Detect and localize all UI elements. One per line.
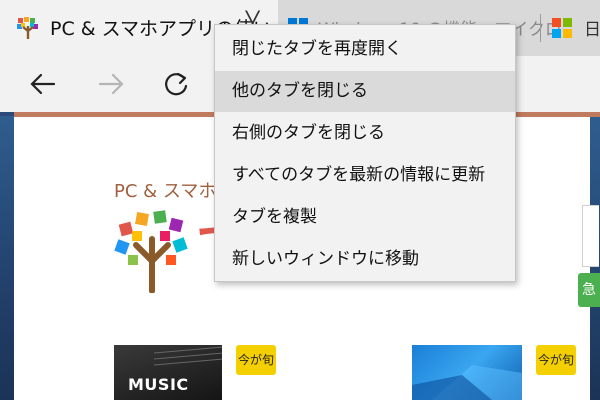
article-thumbnail-windows[interactable] xyxy=(412,345,522,400)
microsoft-logo-icon xyxy=(552,18,572,38)
tab-separator xyxy=(540,14,541,42)
music-label: MUSIC xyxy=(128,375,189,394)
menu-item-close-tabs-right[interactable]: 右側のタブを閉じる xyxy=(215,113,515,154)
desktop-background-left xyxy=(0,116,14,400)
tab-title: 日 xyxy=(584,20,600,40)
refresh-icon[interactable] xyxy=(158,66,194,102)
windows-wallpaper-decoration xyxy=(412,365,522,400)
green-category-badge[interactable]: 急 xyxy=(578,273,600,307)
site-tagline: PC & スマホ xyxy=(114,181,217,202)
trending-badge: 今が旬 xyxy=(536,345,576,375)
tree-favicon-icon xyxy=(17,17,38,39)
tab-context-menu: 閉じたタブを再度開く 他のタブを閉じる 右側のタブを閉じる すべてのタブを最新の… xyxy=(214,24,516,282)
article-thumbnail-music[interactable]: MUSIC xyxy=(114,345,222,400)
menu-item-reopen-closed-tab[interactable]: 閉じたタブを再度開く xyxy=(215,29,515,70)
tab-inactive-third[interactable]: 日 xyxy=(548,0,600,56)
back-arrow-icon[interactable] xyxy=(24,66,60,102)
forward-arrow-icon[interactable] xyxy=(94,66,130,102)
menu-item-move-to-new-window[interactable]: 新しいウィンドウに移動 xyxy=(215,239,515,280)
site-logo-tree-icon[interactable] xyxy=(114,209,190,293)
menu-item-close-other-tabs[interactable]: 他のタブを閉じる xyxy=(215,71,515,112)
search-input[interactable] xyxy=(582,205,599,267)
trending-badge: 今が旬 xyxy=(236,345,276,375)
menu-item-duplicate-tab[interactable]: タブを複製 xyxy=(215,197,515,238)
guitar-strings-decoration xyxy=(154,346,222,366)
menu-item-refresh-all-tabs[interactable]: すべてのタブを最新の情報に更新 xyxy=(215,155,515,196)
